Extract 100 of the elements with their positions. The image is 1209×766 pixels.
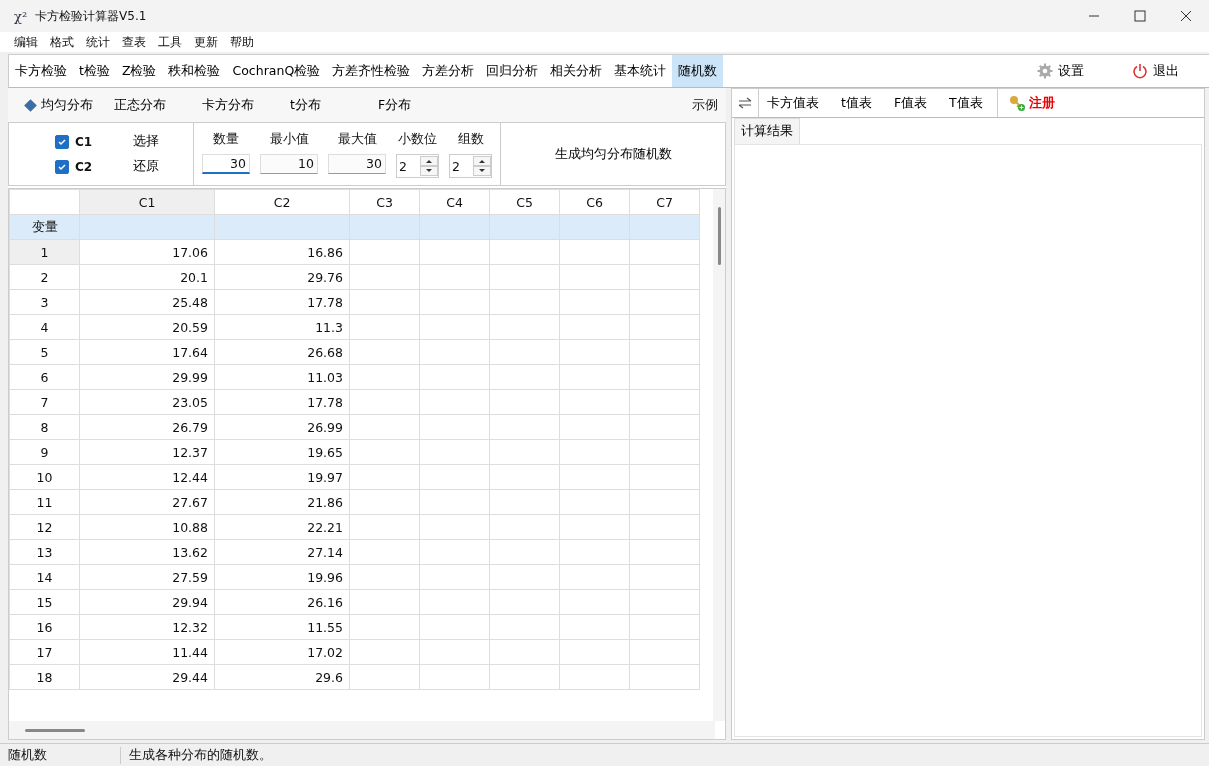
row-header[interactable]: 11 <box>9 489 80 515</box>
table-cell: 29.6 <box>214 664 350 690</box>
vertical-scrollbar[interactable] <box>713 189 725 721</box>
input-field[interactable]: 30 <box>202 154 250 174</box>
select-button[interactable]: 选择 <box>133 133 193 150</box>
row-header[interactable]: 17 <box>9 639 80 665</box>
table-cell: 19.97 <box>214 464 350 490</box>
table-cell: 25.48 <box>79 289 215 315</box>
row-header[interactable]: 14 <box>9 564 80 590</box>
table-cell: 17.02 <box>214 639 350 665</box>
menu-item[interactable]: 更新 <box>188 33 224 51</box>
column-header[interactable]: C3 <box>349 189 420 215</box>
tab[interactable]: 卡方检验 <box>9 55 73 87</box>
settings-button[interactable]: 设置 <box>1031 61 1090 81</box>
table-cell: 17.78 <box>214 289 350 315</box>
distribution-tab[interactable]: t分布 <box>282 95 370 115</box>
table-cell: 29.76 <box>214 264 350 290</box>
row-header[interactable]: 10 <box>9 464 80 490</box>
tab[interactable]: Z检验 <box>115 55 163 87</box>
row-header[interactable]: 2 <box>9 264 80 290</box>
input-field[interactable]: 30 <box>328 154 386 174</box>
table-cell: 12.32 <box>79 614 215 640</box>
tab[interactable]: CochranQ检验 <box>226 55 327 87</box>
check-icon <box>57 161 67 172</box>
distribution-tab[interactable]: 均匀分布 <box>18 95 106 115</box>
column-header[interactable]: C6 <box>559 189 630 215</box>
row-header[interactable]: 12 <box>9 514 80 540</box>
menu-item[interactable]: 工具 <box>152 33 188 51</box>
row-header[interactable]: 5 <box>9 339 80 365</box>
row-header[interactable]: 13 <box>9 539 80 565</box>
register-button[interactable]: 注册 <box>996 89 1061 117</box>
tab[interactable]: 方差齐性检验 <box>326 55 417 87</box>
tab[interactable]: t检验 <box>73 55 116 87</box>
toolbar-button[interactable]: T值表 <box>941 94 997 112</box>
column-header[interactable]: C4 <box>419 189 490 215</box>
spinner-field[interactable]: 2 <box>449 154 492 178</box>
tab[interactable]: 方差分析 <box>416 55 481 87</box>
column-header[interactable]: C2 <box>214 189 350 215</box>
tab[interactable]: 计算结果 <box>734 118 800 144</box>
row-header[interactable]: 7 <box>9 389 80 415</box>
field-label: 小数位 <box>398 131 437 148</box>
menu-item[interactable]: 查表 <box>116 33 152 51</box>
menu-item[interactable]: 统计 <box>80 33 116 51</box>
restore-button[interactable]: 还原 <box>133 158 193 175</box>
column-header[interactable]: C7 <box>629 189 700 215</box>
checkbox[interactable] <box>55 159 69 174</box>
row-header[interactable]: 16 <box>9 614 80 640</box>
tab[interactable]: 秩和检验 <box>162 55 227 87</box>
tab[interactable]: 相关分析 <box>544 55 609 87</box>
column-header[interactable]: C1 <box>79 189 215 215</box>
tab[interactable]: 随机数 <box>672 55 724 87</box>
row-header[interactable]: 9 <box>9 439 80 465</box>
app-logo-icon: χ² <box>14 8 28 24</box>
example-link[interactable]: 示例 <box>692 96 726 114</box>
row-header[interactable]: 4 <box>9 314 80 340</box>
distribution-tab[interactable]: 卡方分布 <box>194 95 282 115</box>
exit-button[interactable]: 退出 <box>1126 61 1185 81</box>
toolbar-button[interactable]: F值表 <box>885 94 942 112</box>
table-cell: 26.68 <box>214 339 350 365</box>
table-cell: 11.03 <box>214 364 350 390</box>
swap-icon[interactable] <box>737 96 753 110</box>
table-cell: 17.64 <box>79 339 215 365</box>
menu-item[interactable]: 格式 <box>44 33 80 51</box>
toolbar-button[interactable]: t值表 <box>833 94 886 112</box>
table-cell: 19.65 <box>214 439 350 465</box>
menu-item[interactable]: 帮助 <box>224 33 260 51</box>
column-header[interactable]: C5 <box>489 189 560 215</box>
spinner-field[interactable]: 2 <box>396 154 439 178</box>
table-cell: 27.67 <box>79 489 215 515</box>
status-text: 随机数 <box>0 746 121 764</box>
row-header[interactable]: 18 <box>9 664 80 690</box>
field-label: 最大值 <box>337 131 377 148</box>
row-header[interactable]: 15 <box>9 589 80 615</box>
table-cell: 20.59 <box>79 314 215 340</box>
table-cell: 12.37 <box>79 439 215 465</box>
table-cell: 23.05 <box>79 389 215 415</box>
table-cell: 17.06 <box>79 239 215 265</box>
tab[interactable]: 回归分析 <box>480 55 545 87</box>
input-field[interactable]: 10 <box>260 154 318 174</box>
table-cell: 17.78 <box>214 389 350 415</box>
table-cell: 29.99 <box>79 364 215 390</box>
checkbox[interactable] <box>55 134 69 149</box>
field-label: 数量 <box>213 131 239 148</box>
toolbar-button[interactable]: 卡方值表 <box>759 94 833 112</box>
tab[interactable]: 基本统计 <box>608 55 673 87</box>
checkbox-label: C2 <box>75 159 93 174</box>
horizontal-scrollbar[interactable] <box>9 721 715 739</box>
row-header[interactable]: 8 <box>9 414 80 440</box>
menu-item[interactable]: 编辑 <box>8 33 44 51</box>
row-header[interactable]: 1 <box>9 239 80 265</box>
table-cell: 11.3 <box>214 314 350 340</box>
row-header: 变量 <box>9 214 80 240</box>
table-cell: 22.21 <box>214 514 350 540</box>
distribution-tab[interactable]: F分布 <box>370 95 458 115</box>
row-header[interactable]: 6 <box>9 364 80 390</box>
table-cell: 26.99 <box>214 414 350 440</box>
row-header[interactable]: 3 <box>9 289 80 315</box>
table-cell: 13.62 <box>79 539 215 565</box>
field-label: 最小值 <box>269 131 309 148</box>
distribution-tab[interactable]: 正态分布 <box>106 95 194 115</box>
